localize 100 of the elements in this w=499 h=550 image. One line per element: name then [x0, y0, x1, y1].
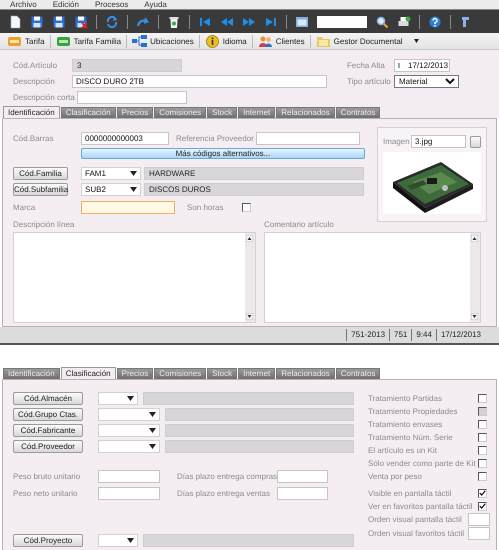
barcode-field[interactable]: 0000000000003 — [81, 132, 169, 145]
code-dropdown[interactable] — [98, 408, 160, 421]
field-label: Peso neto unitario — [13, 488, 78, 498]
toolbar-button[interactable]: Tarifa — [4, 34, 48, 48]
search-icon[interactable] — [375, 14, 389, 28]
weight-field[interactable] — [98, 486, 160, 500]
checkbox[interactable] — [478, 420, 487, 429]
field-label: Días plazo entrega ventas — [177, 488, 271, 498]
lookup-button[interactable]: Cód.Fabricante — [13, 424, 83, 437]
scroll-up-button[interactable] — [471, 235, 478, 242]
caret-icon — [127, 538, 134, 543]
option-label: Orden visual favoritos táctil — [368, 528, 464, 538]
code-dropdown[interactable] — [98, 392, 138, 405]
option-label: Orden visual pantalla táctil — [368, 515, 462, 524]
tag-icon — [56, 34, 71, 48]
new-document-icon[interactable] — [8, 14, 22, 28]
lookup-button[interactable]: Cód.Proyecto — [13, 534, 83, 547]
menu-item[interactable]: Procesos — [94, 0, 128, 9]
scrollbar[interactable] — [470, 233, 480, 322]
status-text: 751 — [389, 329, 412, 341]
caret-icon — [130, 187, 137, 192]
search-field[interactable] — [317, 16, 367, 28]
option-label: Tratamiento Partidas — [368, 394, 442, 403]
caret-icon — [149, 412, 156, 417]
checkbox[interactable] — [242, 203, 251, 212]
field-label: Comentario artículo — [264, 220, 335, 229]
menu-item[interactable]: Ayuda — [144, 0, 167, 9]
option-label: El artículo es un Kit — [368, 446, 437, 455]
status-text: 17/12/2013 — [436, 329, 485, 341]
caret-icon — [130, 171, 137, 176]
field-label: Referencia Proveedor — [176, 134, 254, 143]
weight-field[interactable] — [98, 470, 160, 482]
date-field[interactable]: 17/12/2013 — [394, 59, 450, 72]
trash-icon[interactable] — [167, 14, 181, 28]
tab[interactable]: Clasificación — [60, 367, 116, 379]
caret-icon — [127, 396, 134, 401]
code-dropdown[interactable] — [98, 424, 160, 437]
article-type-dropdown[interactable]: Material — [394, 75, 459, 88]
toolbar-button[interactable]: Ubicaciones — [129, 34, 197, 48]
caret-icon[interactable] — [412, 38, 421, 44]
toolbar-button[interactable]: Clientes — [254, 34, 308, 48]
menu-item[interactable]: Archivo — [10, 0, 37, 9]
line-description-field[interactable] — [13, 232, 256, 323]
field-label: Peso bruto unitario — [13, 472, 82, 480]
scroll-up-button[interactable] — [246, 235, 253, 242]
save-icon[interactable] — [30, 14, 44, 28]
checkbox[interactable] — [478, 433, 487, 442]
redo-arrow-icon[interactable] — [136, 14, 150, 28]
brand-field[interactable] — [81, 201, 175, 214]
days-field[interactable] — [277, 486, 328, 500]
window-icon[interactable] — [295, 14, 309, 28]
alternative-codes-button[interactable]: Más códigos alternativos... — [81, 148, 365, 159]
name-field: DISCOS DUROS — [144, 183, 364, 196]
supplier-reference-field[interactable] — [256, 132, 360, 145]
code-dropdown[interactable]: SUB2 — [81, 183, 141, 196]
scroll-down-button[interactable] — [246, 313, 253, 320]
lookup-button[interactable]: Cód.Almacén — [13, 392, 83, 405]
save-icon[interactable] — [52, 14, 66, 28]
comment-field[interactable] — [264, 232, 481, 323]
option-label: Tratamiento Propiedades — [368, 407, 458, 416]
browse-button[interactable] — [470, 136, 481, 148]
checkbox[interactable] — [478, 502, 487, 511]
checkbox[interactable] — [478, 489, 487, 498]
refresh-icon[interactable] — [105, 14, 119, 28]
status-text: 9:44 — [411, 329, 436, 341]
field-label: Fecha Alta — [347, 61, 386, 70]
image-file-field[interactable]: 3.jpg — [411, 135, 466, 148]
lookup-button[interactable]: Cód.Proveedor — [13, 440, 83, 453]
field-label: Días plazo entrega compras — [177, 472, 277, 480]
toolbar-button[interactable]: Idioma — [202, 34, 250, 48]
folder-icon — [316, 34, 331, 48]
printer-icon[interactable] — [397, 14, 411, 28]
save-delete-icon[interactable] — [74, 14, 88, 28]
lookup-button[interactable]: Cód.Familia — [13, 167, 68, 180]
field-label: Imagen — [383, 137, 411, 146]
field-label: Descripción línea — [13, 220, 76, 229]
checkbox[interactable] — [478, 446, 487, 455]
tag-icon — [7, 34, 22, 48]
order-field[interactable] — [468, 513, 490, 526]
toolbar-button[interactable]: Tarifa Familia — [52, 34, 124, 48]
help-icon[interactable] — [428, 14, 442, 28]
menu-item[interactable]: Edición — [52, 0, 79, 9]
short-description-field[interactable] — [76, 91, 187, 104]
code-dropdown[interactable] — [98, 534, 138, 547]
scroll-down-button[interactable] — [471, 313, 478, 320]
tab[interactable]: Identificación — [3, 106, 60, 118]
order-field[interactable] — [468, 526, 490, 540]
code-dropdown[interactable] — [98, 440, 160, 453]
toolbar-button[interactable]: Gestor Documental — [312, 34, 424, 48]
checkbox[interactable] — [478, 459, 487, 468]
lookup-button[interactable]: Cód.Subfamilia — [13, 183, 68, 196]
scrollbar[interactable] — [245, 233, 255, 322]
code-dropdown[interactable]: FAM1 — [81, 167, 141, 180]
checkbox[interactable] — [478, 472, 487, 481]
checkbox[interactable] — [478, 394, 487, 403]
lookup-button[interactable]: Cód.Grupo Ctas. — [13, 408, 83, 421]
description-field[interactable]: DISCO DURO 2TB — [72, 75, 327, 88]
hierarchy-icon — [132, 34, 148, 48]
days-field[interactable] — [277, 470, 328, 482]
name-field: HARDWARE — [144, 167, 364, 180]
